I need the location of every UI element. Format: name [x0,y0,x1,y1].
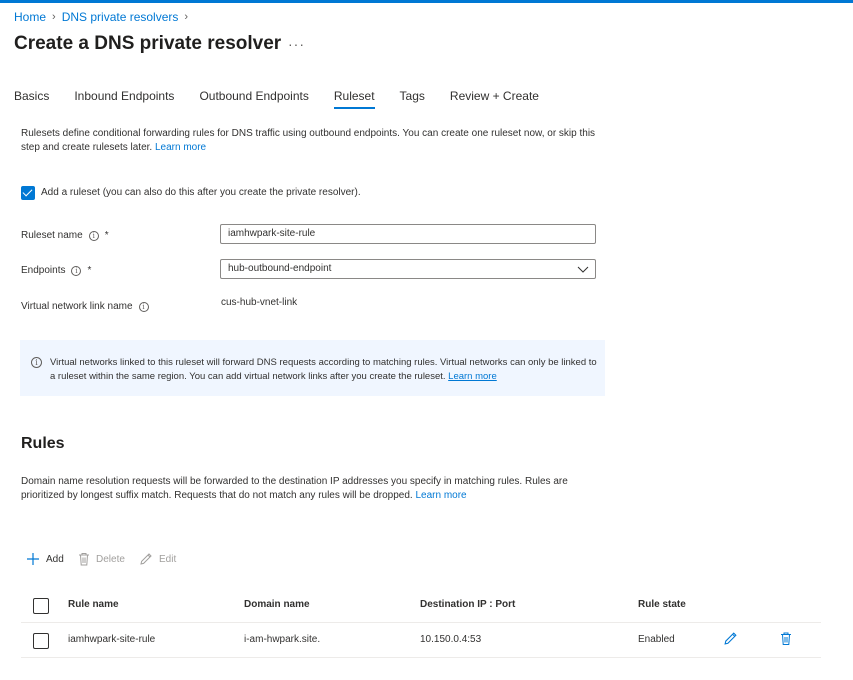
page-title: Create a DNS private resolver [14,33,282,54]
tab-review-create[interactable]: Review + Create [450,89,539,111]
rules-description: Domain name resolution requests will be … [21,475,601,503]
vnet-link-label-text: Virtual network link name [21,301,133,312]
learn-more-link[interactable]: Learn more [155,142,206,153]
info-icon: i [31,357,42,368]
row-select-checkbox[interactable] [33,633,49,649]
column-header-domain-name[interactable]: Domain name [244,599,310,610]
required-marker: * [104,230,109,241]
add-rule-button[interactable]: Add [26,552,64,566]
rules-description-text: Domain name resolution requests will be … [21,476,568,501]
pencil-icon [140,553,152,565]
delete-row-icon[interactable] [780,631,792,646]
top-accent-bar [0,0,853,3]
destination-cell: 10.150.0.4:53 [420,634,482,645]
add-ruleset-label: Add a ruleset (you can also do this afte… [41,187,361,198]
rules-learn-more-link[interactable]: Learn more [415,490,466,501]
info-icon[interactable]: i [138,301,149,312]
ruleset-name-label: Ruleset name i * [21,230,109,241]
tab-ruleset[interactable]: Ruleset [333,89,375,111]
chevron-right-icon: › [52,11,56,23]
column-header-rule-name[interactable]: Rule name [68,599,119,610]
chevron-right-icon: › [184,11,189,23]
vnet-link-value: cus-hub-vnet-link [221,297,298,308]
tab-inbound-endpoints[interactable]: Inbound Endpoints [74,89,174,111]
info-icon[interactable]: i [71,265,82,276]
ruleset-description: Rulesets define conditional forwarding r… [21,127,611,155]
edit-rule-button[interactable]: Edit [139,552,176,566]
endpoints-label-text: Endpoints [21,265,66,276]
endpoints-dropdown-value: hub-outbound-endpoint [228,263,332,274]
breadcrumb-dns-resolvers-link[interactable]: DNS private resolvers [62,10,179,24]
table-row-divider [21,657,821,658]
tab-outbound-endpoints[interactable]: Outbound Endpoints [199,89,308,111]
delete-rule-label: Delete [96,553,125,565]
info-message-body: Virtual networks linked to this ruleset … [50,357,597,382]
table-header-divider [21,622,821,623]
chevron-down-icon [577,266,589,273]
breadcrumb: Home › DNS private resolvers › [14,10,194,24]
info-icon[interactable]: i [88,230,99,241]
domain-name-cell: i-am-hwpark.site. [244,634,321,645]
info-message-text: Virtual networks linked to this ruleset … [50,356,598,384]
tab-tags[interactable]: Tags [400,89,425,111]
endpoints-label: Endpoints i * [21,265,91,276]
vnet-link-label: Virtual network link name i [21,301,149,312]
ruleset-name-label-text: Ruleset name [21,230,83,241]
add-ruleset-checkbox[interactable] [21,186,35,200]
more-options-button[interactable]: ··· [288,36,305,52]
ruleset-description-text: Rulesets define conditional forwarding r… [21,128,596,153]
info-message-bar: i Virtual networks linked to this rulese… [20,340,605,396]
rule-state-cell: Enabled [638,634,675,645]
required-marker: * [87,265,92,276]
info-learn-more-link[interactable]: Learn more [448,371,497,382]
trash-icon [79,553,89,566]
add-rule-label: Add [46,553,64,565]
delete-rule-button[interactable]: Delete [78,552,125,566]
ruleset-name-input[interactable]: iamhwpark-site-rule [220,224,596,244]
plus-icon [27,553,39,565]
wizard-tabs: Basics Inbound Endpoints Outbound Endpoi… [14,89,564,111]
breadcrumb-home-link[interactable]: Home [14,10,46,24]
edit-rule-label: Edit [159,553,177,565]
tab-basics[interactable]: Basics [14,89,49,111]
select-all-checkbox[interactable] [33,598,49,614]
column-header-destination[interactable]: Destination IP : Port [420,599,515,610]
edit-row-icon[interactable] [723,631,738,646]
column-header-rule-state[interactable]: Rule state [638,599,686,610]
rule-name-link[interactable]: iamhwpark-site-rule [68,634,155,645]
rules-heading: Rules [21,435,65,452]
endpoints-dropdown[interactable]: hub-outbound-endpoint [220,259,596,279]
